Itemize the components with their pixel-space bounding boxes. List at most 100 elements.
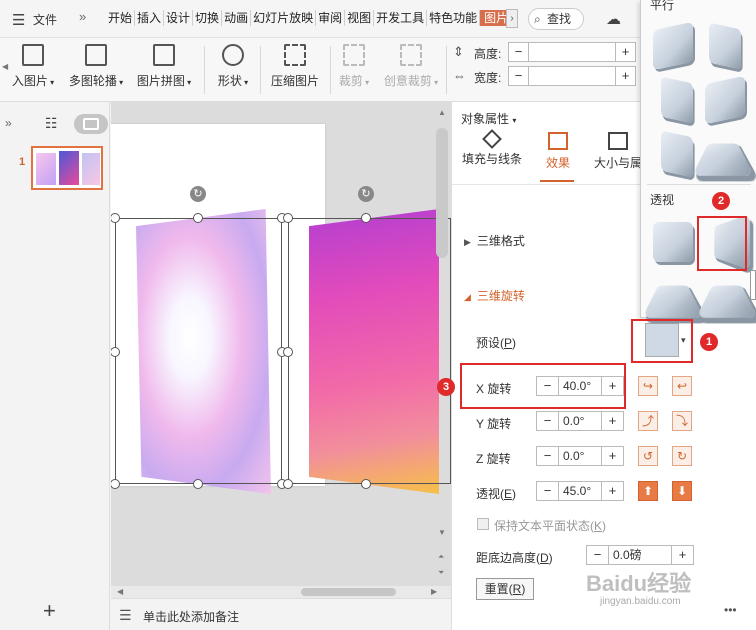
tab-insert[interactable]: 插入 [135,10,165,26]
slide-view-toggle[interactable] [74,114,108,134]
preset-parallel-5[interactable] [657,130,697,178]
tabs-more-button[interactable]: › [506,9,518,28]
height-decrease-button[interactable]: − [509,43,529,61]
rotate-right-icon[interactable]: ↩ [672,376,692,396]
rotate-counterclockwise-icon[interactable]: ↺ [638,446,658,466]
outline-view-icon[interactable]: ☷ [45,115,58,132]
notes-bar[interactable]: ☰ 单击此处添加备注 [111,598,451,630]
scroll-up-icon[interactable]: ▲ [438,108,446,117]
y-rotation-decrease[interactable]: − [537,412,559,430]
preset-perspective-3[interactable] [642,276,704,318]
resize-handle[interactable] [283,479,293,489]
shape-button[interactable]: 形状 ▾ [214,44,252,89]
tab-developer[interactable]: 开发工具 [374,10,428,26]
perspective-down-icon[interactable]: ⬇ [672,481,692,501]
notes-placeholder[interactable]: 单击此处添加备注 [143,608,239,625]
tab-slideshow[interactable]: 幻灯片放映 [251,10,317,26]
rotate-handle-icon[interactable]: ↻ [358,186,374,202]
cloud-sync-icon[interactable]: ☁ [606,10,621,28]
tab-animation[interactable]: 动画 [222,10,252,26]
rotate-handle-icon[interactable]: ↻ [190,186,206,202]
more-options-icon[interactable]: ••• [724,603,737,617]
preset-parallel-6[interactable] [692,134,754,176]
rotate-down-icon[interactable]: ⤵ [672,411,692,431]
z-rotation-increase[interactable]: + [601,447,623,465]
tab-effect[interactable]: 效果 [538,132,578,171]
crop-button[interactable]: 裁剪 ▾ [336,44,372,89]
rotate-up-icon[interactable]: ⤴ [638,411,658,431]
keep-text-flat-checkbox[interactable] [477,518,489,530]
rotate-left-icon[interactable]: ↪ [638,376,658,396]
panel-title[interactable]: 对象属性 ▾ [461,110,516,127]
menu-icon[interactable]: ☰ [12,11,25,29]
y-rotation-stepper[interactable]: − 0.0° + [536,411,624,431]
slide-canvas[interactable]: ↻ ↻ ◀ ▶ [111,102,451,598]
section-3d-rotation[interactable]: ◢ 三维旋转 [464,287,525,304]
scroll-thumb[interactable] [301,588,396,596]
width-decrease-button[interactable]: − [509,67,529,85]
file-menu[interactable]: 文件 [33,11,57,28]
resize-handle[interactable] [193,213,203,223]
tab-size-properties[interactable]: 大小与属 [590,132,646,171]
preset-parallel-3[interactable] [657,76,697,124]
height-increase-button[interactable]: + [615,43,635,61]
perspective-stepper[interactable]: − 45.0° + [536,481,624,501]
multi-carousel-button[interactable]: 多图轮播 ▾ [66,44,126,89]
creative-crop-button[interactable]: 创意裁剪 ▾ [382,44,440,89]
distance-increase[interactable]: + [671,546,693,564]
resize-handle[interactable] [361,479,371,489]
tab-transition[interactable]: 切换 [193,10,223,26]
prev-page-icon[interactable]: ⏶ [438,552,444,562]
distance-decrease[interactable]: − [587,546,609,564]
tab-features[interactable]: 特色功能 [427,10,481,26]
resize-handle[interactable] [193,479,203,489]
canvas-vertical-scrollbar[interactable] [436,128,448,258]
tab-review[interactable]: 审阅 [316,10,346,26]
resize-handle[interactable] [111,479,120,489]
add-slide-icon[interactable]: + [43,598,56,624]
perspective-input[interactable]: 45.0° [559,482,601,500]
height-stepper[interactable]: − + [508,42,636,62]
z-rotation-decrease[interactable]: − [537,447,559,465]
y-rotation-input[interactable]: 0.0° [559,412,601,430]
resize-handle[interactable] [361,213,371,223]
preset-perspective-4[interactable] [696,276,756,318]
slide-thumbnail[interactable] [31,146,103,190]
resize-handle[interactable] [283,213,293,223]
scroll-right-icon[interactable]: ▶ [431,587,437,596]
z-rotation-stepper[interactable]: − 0.0° + [536,446,624,466]
section-3d-format[interactable]: ▶ 三维格式 [464,232,525,249]
scroll-down-icon[interactable]: ▼ [438,528,446,537]
next-page-icon[interactable]: ⏷ [438,568,444,578]
distance-stepper[interactable]: − 0.0磅 + [586,545,694,565]
preset-parallel-4[interactable] [705,75,745,125]
insert-picture-button[interactable]: 入图片 ▾ [10,44,56,89]
preset-parallel-1[interactable] [653,21,693,71]
picture-collage-button[interactable]: 图片拼图 ▾ [134,44,194,89]
tab-home[interactable]: 开始 [106,10,136,26]
tab-view[interactable]: 视图 [345,10,375,26]
preset-perspective-1[interactable] [653,222,693,262]
compress-picture-button[interactable]: 压缩图片 [268,44,322,89]
resize-handle[interactable] [283,347,293,357]
horizontal-scrollbar[interactable]: ◀ ▶ [111,586,451,598]
preset-parallel-2[interactable] [705,22,745,70]
z-rotation-input[interactable]: 0.0° [559,447,601,465]
chevron-double-right-icon[interactable]: » [79,9,86,24]
tab-fill-line[interactable]: 填充与线条 [460,129,524,167]
ribbon-scroll-left-icon[interactable]: ◀ [2,62,8,71]
width-increase-button[interactable]: + [615,67,635,85]
distance-input[interactable]: 0.0磅 [609,546,671,564]
tab-design[interactable]: 设计 [164,10,194,26]
y-rotation-increase[interactable]: + [601,412,623,430]
width-input[interactable] [529,67,615,85]
height-input[interactable] [529,43,615,61]
gallery-edge-button[interactable] [750,270,756,300]
perspective-up-icon[interactable]: ⬆ [638,481,658,501]
reset-button[interactable]: 重置(R) [476,578,534,600]
perspective-decrease[interactable]: − [537,482,559,500]
search-button[interactable]: ⌕ 查找 [528,8,584,30]
rotate-clockwise-icon[interactable]: ↻ [672,446,692,466]
collapse-panel-icon[interactable]: » [5,116,12,130]
width-stepper[interactable]: − + [508,66,636,86]
